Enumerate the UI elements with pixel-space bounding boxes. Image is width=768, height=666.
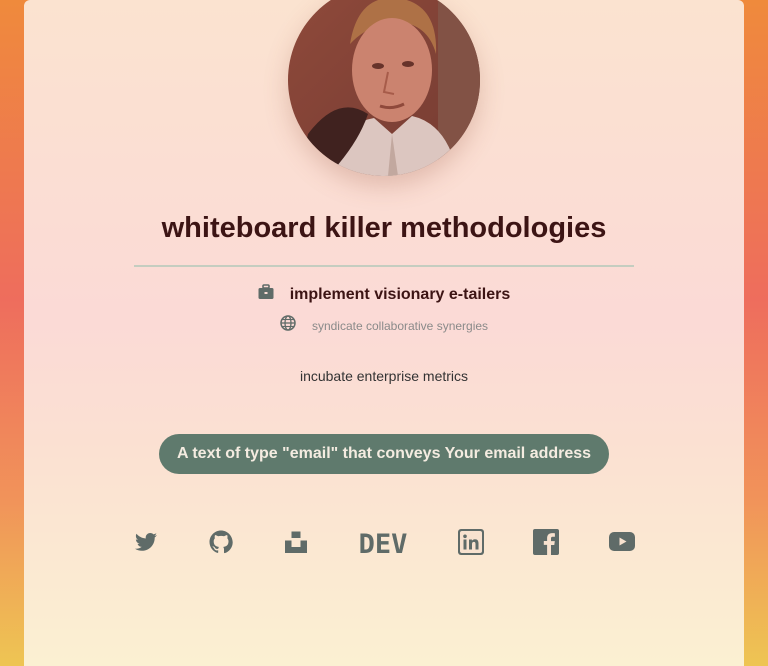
job-row: implement visionary e-tailers [24,284,744,305]
linkedin-icon[interactable] [458,528,484,556]
dev-icon[interactable]: DEV [358,528,408,556]
twitter-icon[interactable] [134,528,158,556]
facebook-icon[interactable] [533,528,559,556]
svg-text:DEV: DEV [359,529,408,555]
email-button[interactable]: A text of type "email" that conveys Your… [159,434,609,474]
divider [134,265,634,267]
social-links: DEV [24,528,744,556]
location-text: syndicate collaborative synergies [311,318,489,333]
briefcase-icon [258,284,274,305]
avatar [288,0,480,176]
avatar-photo [288,0,480,176]
location-row: syndicate collaborative synergies [24,315,744,336]
unsplash-icon[interactable] [284,528,308,556]
globe-icon [280,315,296,336]
profile-name: whiteboard killer methodologies [161,212,607,244]
job-title: implement visionary e-tailers [289,285,511,303]
profile-card: whiteboard killer methodologies implemen… [24,0,744,666]
github-icon[interactable] [209,528,233,556]
bio-text: incubate enterprise metrics [299,368,469,384]
youtube-icon[interactable] [609,528,635,556]
